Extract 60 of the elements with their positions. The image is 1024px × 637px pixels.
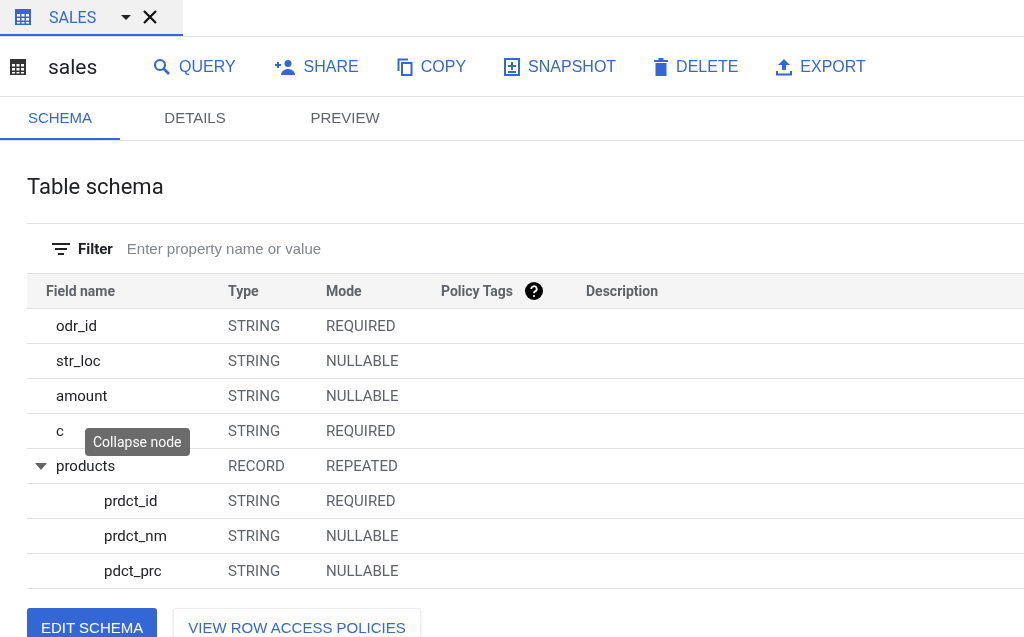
query-button[interactable]: QUERY: [153, 51, 236, 82]
field-mode: NULLABLE: [326, 562, 400, 580]
delete-button[interactable]: DELETE: [654, 51, 739, 82]
field-name: str_loc: [56, 352, 101, 370]
field-mode: REQUIRED: [326, 317, 397, 335]
help-icon[interactable]: [525, 282, 544, 300]
column-header: Field name: [46, 283, 116, 299]
section-title: Table schema: [27, 141, 1024, 224]
field-name: c: [56, 422, 64, 440]
column-header: Type: [228, 283, 259, 299]
tab[interactable]: SCHEMA: [0, 97, 120, 140]
field-type: STRING: [228, 527, 282, 545]
field-name: odr_id: [56, 317, 97, 335]
field-type: STRING: [228, 352, 282, 370]
column-header: Policy Tags: [441, 283, 514, 299]
expand-toggle-icon[interactable]: [35, 462, 47, 470]
field-name: amount: [56, 387, 108, 405]
field-mode: NULLABLE: [326, 352, 400, 370]
edit-schema-button[interactable]: EDIT SCHEMA: [27, 608, 158, 637]
snapshot-icon: [504, 57, 521, 76]
field-name: prdct_nm: [104, 527, 167, 545]
field-name: prdct_id: [104, 492, 158, 510]
tab[interactable]: DETAILS: [120, 97, 270, 140]
caret-icon[interactable]: [121, 14, 132, 20]
field-mode: REQUIRED: [326, 492, 397, 510]
tooltip: Collapse node: [85, 428, 190, 456]
table-icon: [9, 57, 27, 76]
column-header: Mode: [326, 283, 362, 299]
field-mode: REQUIRED: [326, 422, 397, 440]
copy-icon: [396, 57, 413, 76]
upload-icon: [776, 57, 793, 76]
field-type: STRING: [228, 562, 282, 580]
column-header: Description: [586, 283, 659, 299]
field-name: products: [56, 457, 116, 475]
field-name: pdct_prc: [104, 562, 162, 580]
view-policies-button[interactable]: VIEW ROW ACCESS POLICIES: [173, 608, 421, 637]
filter-label: Filter: [78, 239, 113, 258]
snapshot-button[interactable]: SNAPSHOT: [504, 51, 617, 82]
field-mode: NULLABLE: [326, 387, 400, 405]
table-icon: [14, 8, 32, 26]
field-type: RECORD: [228, 457, 286, 475]
tab[interactable]: PREVIEW: [270, 97, 420, 140]
filter-input[interactable]: Enter property name or value: [124, 239, 429, 258]
table-name: sales: [48, 54, 99, 79]
search-icon: [153, 57, 171, 76]
field-type: STRING: [228, 387, 282, 405]
field-type: STRING: [228, 492, 282, 510]
filter-icon[interactable]: [52, 242, 70, 255]
editor-tab[interactable]: SALES: [0, 0, 183, 36]
field-type: STRING: [228, 317, 282, 335]
field-mode: NULLABLE: [326, 527, 400, 545]
trash-icon: [654, 57, 669, 76]
tab-title: SALES: [49, 7, 97, 27]
share-button[interactable]: SHARE: [273, 51, 359, 82]
export-button[interactable]: EXPORT: [776, 51, 866, 82]
field-mode: REPEATED: [326, 457, 399, 475]
field-type: STRING: [228, 422, 282, 440]
copy-button[interactable]: COPY: [396, 51, 467, 82]
add-person-icon: [273, 58, 296, 75]
close-icon[interactable]: [143, 10, 158, 24]
